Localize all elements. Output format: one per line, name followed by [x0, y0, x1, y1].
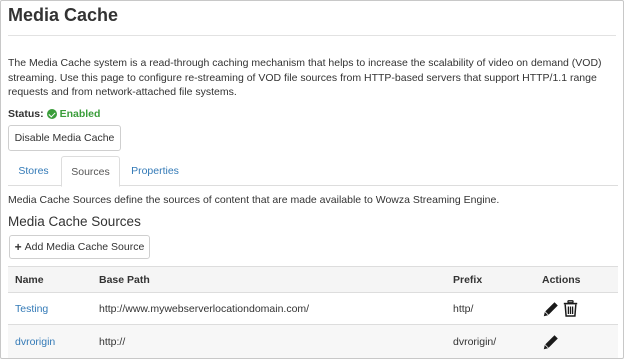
- source-base-path: http://www.mywebserverlocationdomain.com…: [99, 302, 310, 315]
- disable-media-cache-button[interactable]: Disable Media Cache: [8, 125, 121, 151]
- title-divider: [8, 35, 616, 36]
- tab-stores[interactable]: Stores: [8, 156, 59, 186]
- column-header-base-path: Base Path: [99, 273, 150, 286]
- status-label: Status:: [8, 108, 44, 120]
- edit-icon[interactable]: [542, 300, 559, 318]
- check-circle-icon: [46, 109, 57, 119]
- tab-properties[interactable]: Properties: [122, 156, 188, 186]
- add-media-cache-source-button[interactable]: + Add Media Cache Source: [9, 235, 150, 259]
- source-name-link[interactable]: dvrorigin: [15, 325, 55, 358]
- row-actions: [542, 293, 579, 324]
- plus-icon: +: [14, 240, 22, 254]
- status-value: Enabled: [59, 108, 101, 120]
- column-header-name: Name: [15, 273, 44, 286]
- status-line: Status: Enabled: [8, 108, 100, 120]
- tab-bar: Stores Sources Properties: [8, 156, 618, 187]
- column-header-actions: Actions: [542, 273, 581, 286]
- media-cache-page: Media Cache The Media Cache system is a …: [0, 0, 624, 359]
- source-base-path: http://: [99, 335, 126, 348]
- table-row: dvrorigin http:// dvrorigin/: [8, 325, 618, 358]
- source-name-link[interactable]: Testing: [15, 293, 48, 324]
- table-row: Testing http://www.mywebserverlocationdo…: [8, 293, 618, 325]
- sources-table: Name Base Path Prefix Actions Testing ht…: [8, 266, 618, 358]
- edit-icon[interactable]: [542, 333, 559, 351]
- sources-description: Media Cache Sources define the sources o…: [8, 194, 500, 206]
- section-title: Media Cache Sources: [8, 214, 141, 229]
- intro-text: The Media Cache system is a read-through…: [8, 57, 602, 98]
- page-title: Media Cache: [8, 5, 119, 25]
- source-prefix: http/: [453, 302, 474, 315]
- row-actions: [542, 325, 559, 358]
- column-header-prefix: Prefix: [453, 273, 483, 286]
- table-header: Name Base Path Prefix Actions: [8, 266, 618, 293]
- add-source-label: Add Media Cache Source: [24, 241, 145, 253]
- delete-icon[interactable]: [562, 300, 579, 318]
- tab-sources[interactable]: Sources: [61, 156, 120, 187]
- source-prefix: dvrorigin/: [453, 335, 497, 348]
